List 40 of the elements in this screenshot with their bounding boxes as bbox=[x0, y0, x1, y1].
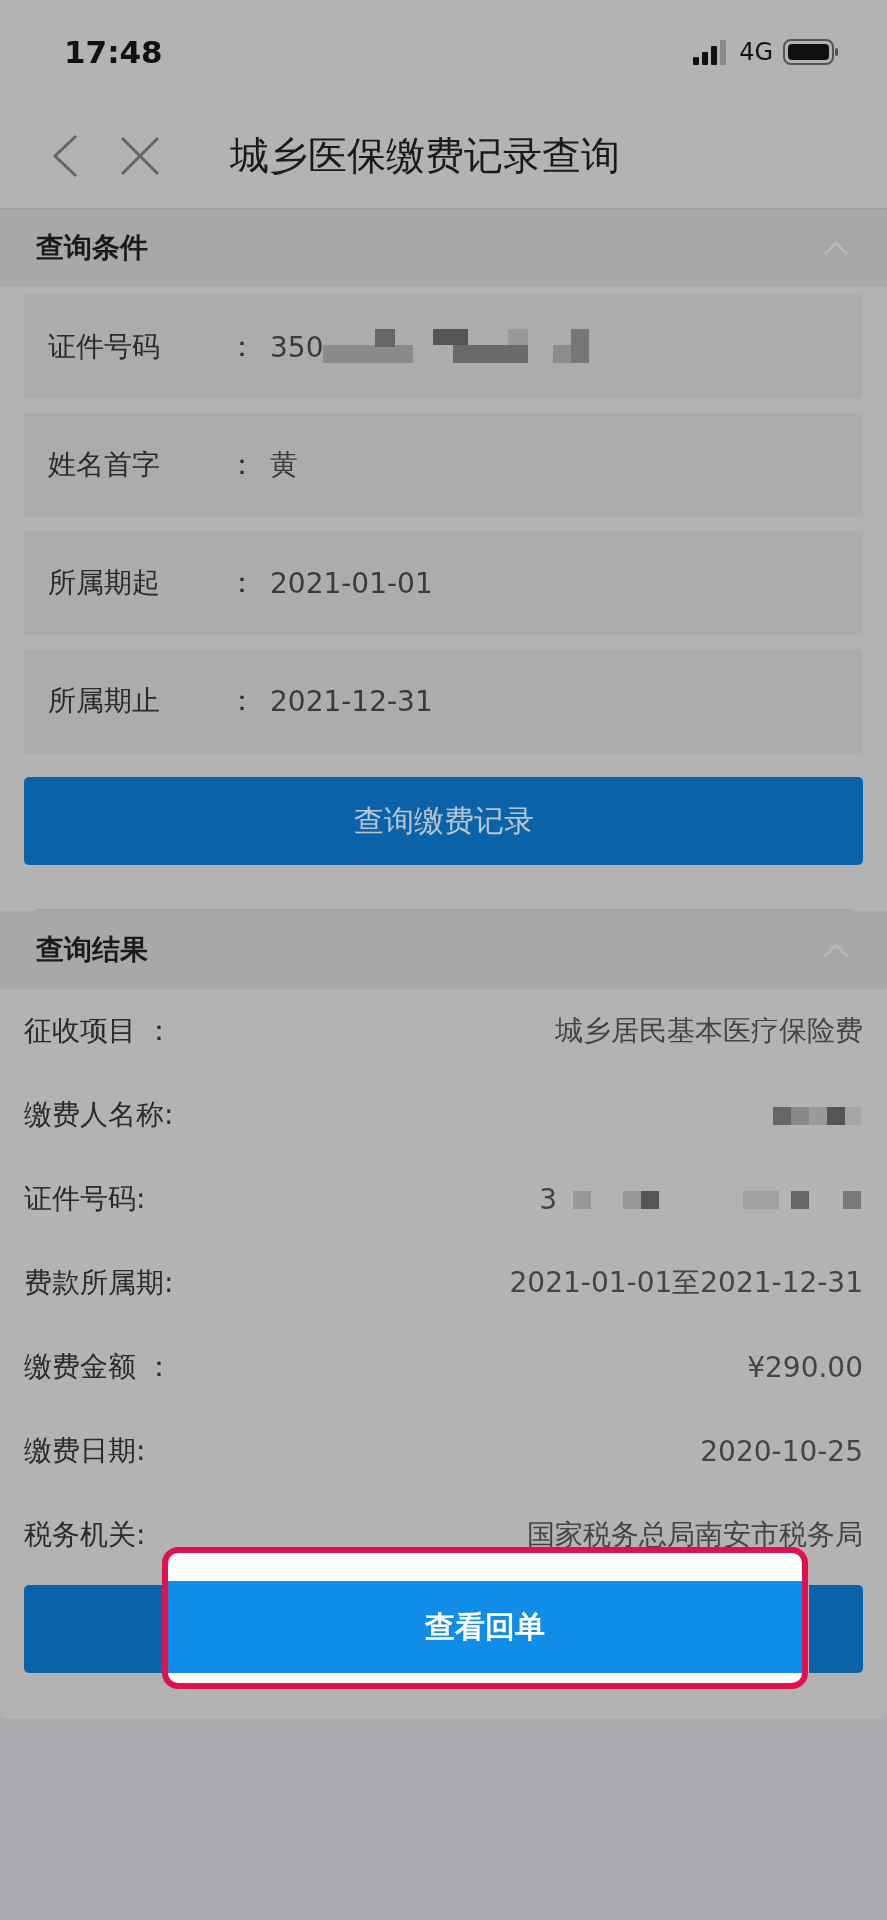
field-value: 2021-01-01 bbox=[270, 566, 433, 600]
section-title: 查询结果 bbox=[36, 932, 148, 968]
colon: ： bbox=[228, 329, 256, 365]
battery-icon bbox=[783, 39, 839, 65]
colon: ： bbox=[228, 683, 256, 719]
field-value: 2021-12-31 bbox=[270, 684, 433, 718]
result-value: 2021-01-01至2021-12-31 bbox=[509, 1265, 863, 1301]
form-field[interactable]: 姓名首字 ： 黄 bbox=[24, 413, 863, 517]
query-button[interactable]: 查询缴费记录 bbox=[24, 777, 863, 865]
colon: ： bbox=[228, 565, 256, 601]
result-value: 城乡居民基本医疗保险费 bbox=[555, 1013, 863, 1049]
section-title: 查询条件 bbox=[36, 230, 148, 266]
network-label: 4G bbox=[739, 38, 773, 66]
field-label: 所属期止 bbox=[48, 683, 161, 719]
section-header[interactable]: 查询结果 bbox=[0, 911, 887, 989]
back-icon[interactable] bbox=[52, 134, 78, 178]
form-field[interactable]: 所属期起 ： 2021-01-01 bbox=[24, 531, 863, 635]
field-value: 350 bbox=[270, 330, 324, 364]
result-value: 3 bbox=[539, 1182, 557, 1216]
field-value: 黄 bbox=[270, 447, 298, 483]
result-value: ¥290.00 bbox=[747, 1350, 863, 1384]
result-label: 缴费金额 ： bbox=[24, 1349, 173, 1385]
result-label: 税务机关: bbox=[24, 1517, 146, 1553]
form-field[interactable]: 证件号码 ： 350 bbox=[24, 295, 863, 399]
colon: ： bbox=[228, 447, 256, 483]
result-label: 证件号码: bbox=[24, 1181, 146, 1217]
result-value: 2020-10-25 bbox=[700, 1434, 863, 1468]
form-field[interactable]: 所属期止 ： 2021-12-31 bbox=[24, 649, 863, 753]
view-receipt-button[interactable]: 查看回单 bbox=[168, 1581, 802, 1673]
close-icon[interactable] bbox=[120, 136, 160, 176]
result-label: 征收项目 ： bbox=[24, 1013, 173, 1049]
result-label: 缴费日期: bbox=[24, 1433, 146, 1469]
result-label: 缴费人名称: bbox=[24, 1097, 174, 1133]
page-title: 城乡医保缴费记录查询 bbox=[230, 132, 620, 180]
result-label: 费款所属期: bbox=[24, 1265, 174, 1301]
status-time: 17:48 bbox=[64, 34, 163, 70]
field-label: 姓名首字 bbox=[48, 447, 161, 483]
section-header[interactable]: 查询条件 bbox=[0, 209, 887, 287]
field-label: 证件号码 bbox=[48, 329, 161, 365]
field-label: 所属期起 bbox=[48, 565, 161, 601]
